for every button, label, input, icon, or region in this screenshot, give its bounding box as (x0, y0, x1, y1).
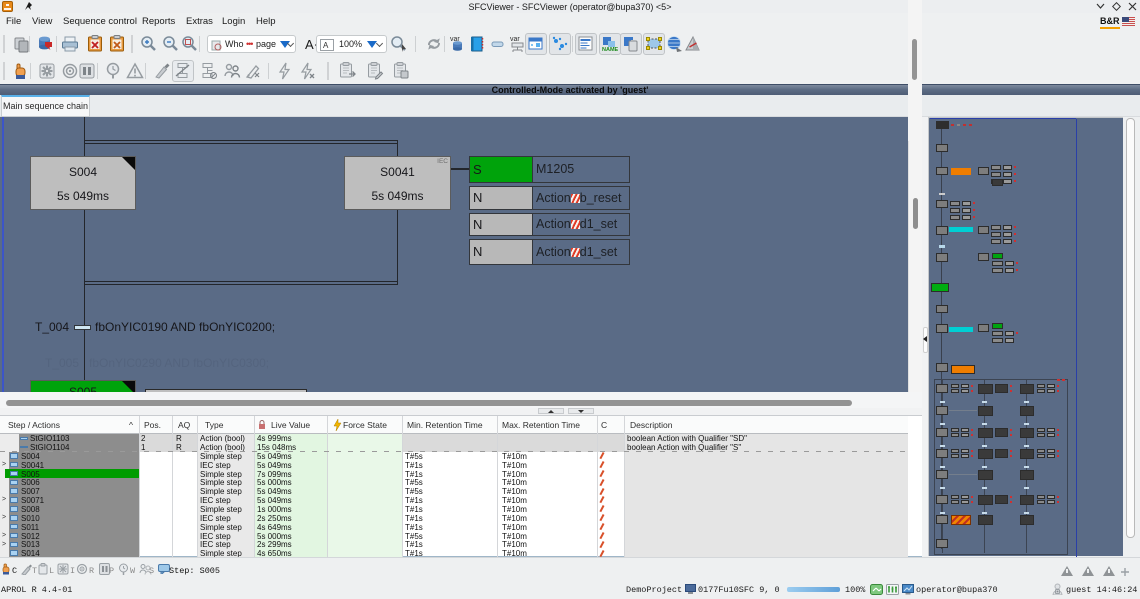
svg-text:A: A (305, 37, 314, 52)
svg-text:A: A (323, 41, 329, 50)
svg-text:var: var (510, 36, 520, 43)
svg-text:NAME: NAME (602, 47, 619, 53)
